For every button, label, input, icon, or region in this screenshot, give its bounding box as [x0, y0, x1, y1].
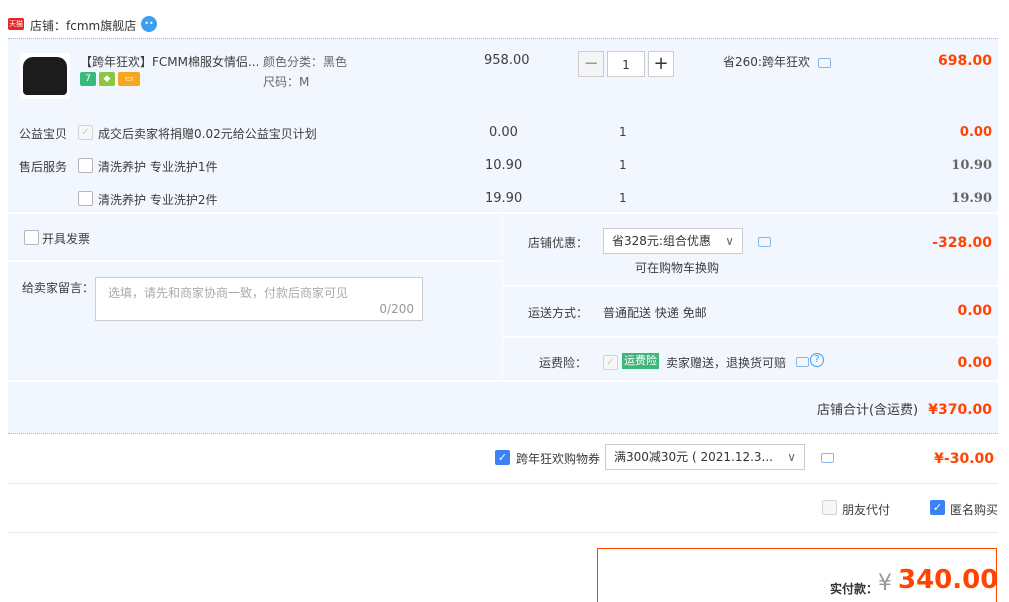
shop-label: 店铺： [30, 19, 67, 33]
right-separator-1 [503, 285, 998, 287]
charity-checkbox: ✓ [78, 125, 93, 140]
invoice-label[interactable]: 开具发票 [42, 230, 90, 247]
message-label: 给卖家留言： [22, 281, 95, 295]
payment-currency: ¥ [878, 571, 892, 596]
invoice-checkbox[interactable] [24, 230, 39, 245]
anonymous-label: 匿名购买 [950, 503, 999, 517]
help-icon[interactable]: ? [810, 353, 824, 367]
message-textarea[interactable]: 选填，请先和商家协商一致，付款后商家可见 0/200 [95, 277, 423, 321]
shipping-amount: 0.00 [957, 303, 992, 319]
shop-discount-hint[interactable]: 可在购物车换购 [635, 259, 719, 276]
wash-care-1-qty: 1 [619, 158, 627, 172]
insurance-tag: 运费险 [622, 353, 659, 369]
anonymous-checkbox[interactable]: ✓ [930, 500, 945, 515]
item-discount: 省260:跨年狂欢 [723, 53, 831, 70]
charity-price: 0.00 [489, 125, 518, 140]
wash-care-2-label: 清洗养护 专业洗护2件 [98, 193, 218, 207]
message-counter: 0/200 [379, 302, 414, 316]
product-thumbnail[interactable] [20, 53, 70, 99]
sku-color: 颜色分类：黑色 [263, 55, 348, 69]
shop-header: 天猫 店铺：fcmm旗舰店 •• [8, 12, 998, 36]
shop-total-label: 店铺合计(含运费) [816, 403, 919, 418]
jacket-image [23, 57, 67, 95]
chevron-down-icon: ∨ [725, 234, 734, 248]
tmall-icon: 天猫 [8, 18, 24, 30]
order-options-panel: 开具发票 给卖家留言： 选填，请先和商家协商一致，付款后商家可见 0/200 店… [8, 214, 998, 434]
wash-care-2-total: 19.90 [951, 191, 992, 206]
coupon-amount: ¥-30.00 [934, 451, 994, 467]
message-placeholder: 选填，请先和商家协商一致，付款后商家可见 [108, 286, 349, 300]
comment-icon[interactable] [817, 57, 831, 68]
wash-care-1-checkbox[interactable] [78, 158, 93, 173]
contact-seller-icon[interactable]: •• [141, 16, 157, 32]
shop-name-link[interactable]: fcmm旗舰店 [66, 19, 136, 33]
shop-discount-amount: -328.00 [932, 235, 992, 251]
coupon-select[interactable]: 满300减30元 ( 2021.12.3... ∨ [605, 444, 805, 470]
wash-care-1-price: 10.90 [485, 158, 523, 173]
shop-total-amount: ¥370.00 [928, 402, 992, 418]
payment-summary: 实付款： ¥ 340.00 [597, 548, 999, 602]
divider [8, 532, 998, 533]
coupon-value: 满300减30元 ( 2021.12.3... [614, 450, 774, 464]
shop-discount-select[interactable]: 省328元:组合优惠 ∨ [603, 228, 743, 254]
comment-icon[interactable] [758, 237, 771, 247]
shipping-value: 普通配送 快递 免邮 [603, 306, 707, 320]
charity-total: 0.00 [959, 125, 992, 140]
insurance-amount: 0.00 [957, 355, 992, 371]
left-separator [8, 260, 502, 262]
shipping-label: 运送方式： [528, 306, 589, 320]
payment-label: 实付款： [830, 582, 879, 596]
wash-care-2-checkbox[interactable] [78, 191, 93, 206]
unit-price: 958.00 [484, 53, 530, 68]
wash-care-2-price: 19.90 [485, 191, 523, 206]
order-item-area: 【跨年狂欢】FCMM棉服女情侣... 7 ◆ ▭ 颜色分类：黑色 尺码：M 958.… [8, 38, 998, 212]
item-subtotal: 698.00 [937, 53, 992, 69]
product-title[interactable]: 【跨年狂欢】FCMM棉服女情侣... [80, 53, 258, 70]
qty-input[interactable]: 1 [607, 51, 645, 77]
seven-day-return-icon: 7 [80, 72, 96, 86]
shop-discount-label: 店铺优惠： [528, 236, 589, 250]
wash-care-1-total: 10.90 [951, 158, 992, 173]
shop-total: 店铺合计(含运费) ¥370.00 [817, 399, 992, 418]
charity-label: 成交后卖家将捐赠0.02元给公益宝贝计划 [98, 127, 317, 141]
comment-icon[interactable] [796, 357, 809, 367]
guarantee-icon: ◆ [99, 72, 115, 86]
chevron-down-icon: ∨ [787, 450, 796, 464]
shop-discount-value: 省328元:组合优惠 [612, 234, 711, 248]
qty-minus-button[interactable]: − [578, 51, 604, 77]
wash-care-2-qty: 1 [619, 191, 627, 205]
card-payment-icon: ▭ [118, 72, 140, 86]
bottom-separator [8, 380, 998, 382]
charity-qty: 1 [619, 125, 627, 139]
insurance-label: 运费险： [539, 356, 588, 370]
service-icons: 7 ◆ ▭ [80, 72, 143, 86]
coupon-checkbox[interactable]: ✓ [495, 450, 510, 465]
friend-pay-checkbox [822, 500, 837, 515]
aftersale-section-label: 售后服务 [19, 160, 68, 174]
coupon-label: 跨年狂欢购物券 [516, 452, 601, 466]
wash-care-1-label: 清洗养护 专业洗护1件 [98, 160, 218, 174]
comment-icon[interactable] [821, 453, 834, 463]
qty-plus-button[interactable]: + [648, 51, 674, 77]
payment-amount: 340.00 [898, 565, 999, 595]
divider [8, 483, 998, 484]
right-separator-2 [503, 336, 998, 338]
insurance-value: 卖家赠送，退换货可赔 [666, 356, 787, 370]
friend-pay-label: 朋友代付 [842, 503, 891, 517]
quantity-stepper: −1 + [578, 51, 674, 77]
item-discount-label: 省260:跨年狂欢 [723, 55, 810, 69]
sku-size: 尺码：M [263, 75, 310, 89]
panel-divider [502, 214, 503, 380]
charity-section-label: 公益宝贝 [19, 127, 68, 141]
insurance-checkbox: ✓ [603, 355, 618, 370]
